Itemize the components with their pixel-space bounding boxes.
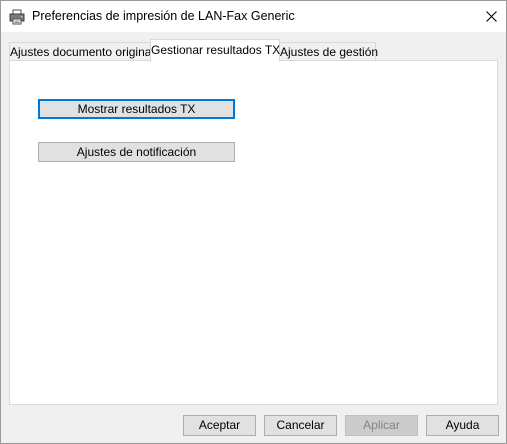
show-tx-results-button[interactable]: Mostrar resultados TX [38,99,235,119]
notification-settings-button[interactable]: Ajustes de notificación [38,142,235,162]
dialog-window: Preferencias de impresión de LAN-Fax Gen… [0,0,507,444]
printer-icon [9,9,25,25]
tab-original-document-settings[interactable]: Ajustes documento original [9,42,154,61]
help-button[interactable]: Ayuda [426,415,499,436]
tab-panel: Mostrar resultados TX Ajustes de notific… [9,60,498,405]
apply-button[interactable]: Aplicar [345,415,418,436]
tab-management-settings[interactable]: Ajustes de gestión [279,42,378,61]
tab-manage-tx-results[interactable]: Gestionar resultados TX [150,39,280,62]
close-icon [485,11,497,22]
window-title: Preferencias de impresión de LAN-Fax Gen… [32,9,295,23]
cancel-button[interactable]: Cancelar [264,415,337,436]
title-bar[interactable]: Preferencias de impresión de LAN-Fax Gen… [1,1,506,32]
close-button[interactable] [476,1,506,32]
tab-strip: Ajustes documento original Gestionar res… [9,39,499,62]
accept-button[interactable]: Aceptar [183,415,256,436]
